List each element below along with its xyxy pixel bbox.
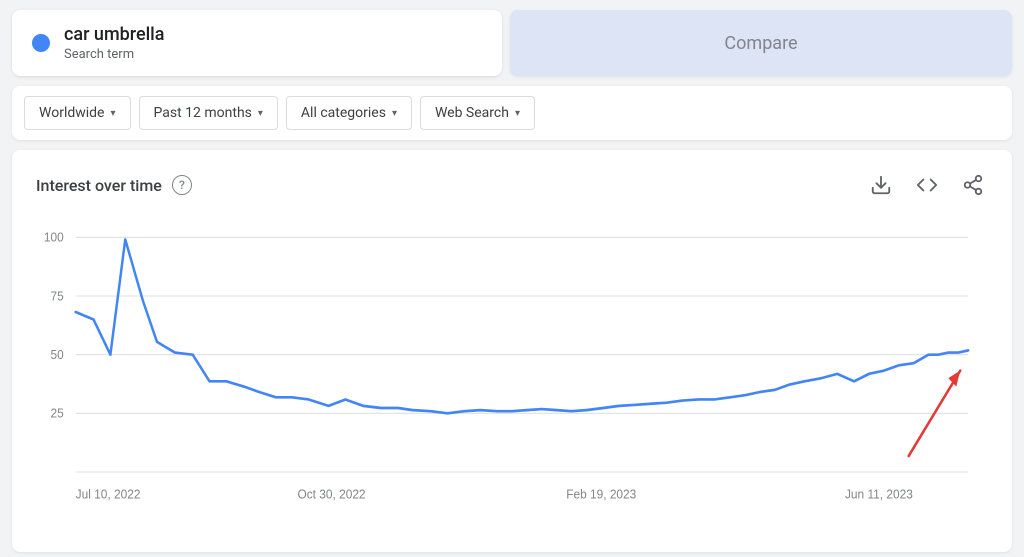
search-type-chevron-icon: ▾ bbox=[515, 108, 520, 119]
compare-card[interactable]: Compare bbox=[510, 10, 1012, 76]
search-term-card: car umbrella Search term bbox=[12, 10, 502, 76]
download-icon bbox=[870, 174, 892, 196]
svg-text:100: 100 bbox=[44, 230, 64, 245]
compare-label: Compare bbox=[724, 33, 797, 54]
svg-text:Jul 10, 2022: Jul 10, 2022 bbox=[76, 487, 141, 502]
search-term-info: car umbrella Search term bbox=[64, 24, 164, 62]
svg-text:Jun 11, 2023: Jun 11, 2023 bbox=[845, 487, 913, 502]
chart-title: Interest over time bbox=[36, 176, 162, 195]
chart-section: Interest over time ? bbox=[12, 150, 1012, 552]
embed-button[interactable] bbox=[912, 170, 942, 200]
share-button[interactable] bbox=[958, 170, 988, 200]
category-filter[interactable]: All categories ▾ bbox=[286, 96, 412, 130]
category-chevron-icon: ▾ bbox=[392, 108, 397, 119]
location-filter[interactable]: Worldwide ▾ bbox=[24, 96, 131, 130]
help-icon[interactable]: ? bbox=[172, 175, 192, 195]
chart-container: 100 75 50 25 Jul 10, 2022 Oct 30, 2022 F… bbox=[36, 216, 988, 536]
svg-text:25: 25 bbox=[51, 406, 64, 421]
chart-title-group: Interest over time ? bbox=[36, 175, 192, 195]
filter-bar: Worldwide ▾ Past 12 months ▾ All categor… bbox=[12, 86, 1012, 140]
location-chevron-icon: ▾ bbox=[110, 108, 115, 119]
search-term-subtitle: Search term bbox=[64, 47, 164, 62]
search-type-filter[interactable]: Web Search ▾ bbox=[420, 96, 535, 130]
search-type-label: Web Search bbox=[435, 105, 509, 121]
trend-line bbox=[76, 239, 969, 413]
svg-text:Oct 30, 2022: Oct 30, 2022 bbox=[297, 487, 365, 502]
chart-header: Interest over time ? bbox=[36, 170, 988, 200]
svg-text:Feb 19, 2023: Feb 19, 2023 bbox=[566, 487, 636, 502]
svg-text:75: 75 bbox=[51, 289, 64, 304]
category-label: All categories bbox=[301, 105, 386, 121]
time-label: Past 12 months bbox=[154, 105, 252, 121]
time-filter[interactable]: Past 12 months ▾ bbox=[139, 96, 278, 130]
chart-actions bbox=[866, 170, 988, 200]
share-icon bbox=[962, 174, 984, 196]
download-button[interactable] bbox=[866, 170, 896, 200]
top-bar: car umbrella Search term Compare bbox=[0, 0, 1024, 86]
trend-chart: 100 75 50 25 Jul 10, 2022 Oct 30, 2022 F… bbox=[36, 216, 988, 536]
embed-icon bbox=[916, 174, 938, 196]
search-term-title: car umbrella bbox=[64, 24, 164, 45]
location-label: Worldwide bbox=[39, 105, 104, 121]
term-color-dot bbox=[32, 34, 50, 52]
time-chevron-icon: ▾ bbox=[258, 108, 263, 119]
svg-text:50: 50 bbox=[51, 348, 64, 363]
